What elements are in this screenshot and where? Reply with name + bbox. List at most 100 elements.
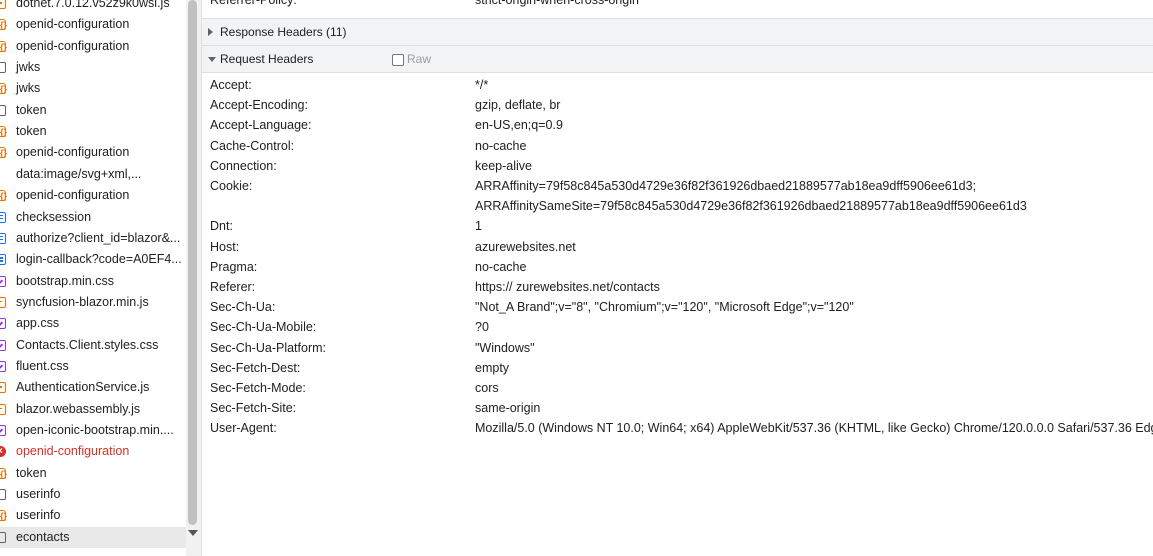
request-row[interactable]: jwks — [0, 78, 186, 99]
header-row: Cookie: ARRAffinity=79f58c845a530d4729e36… — [210, 176, 1153, 196]
header-name: Sec-Ch-Ua: — [210, 300, 276, 315]
header-name: Dnt: — [210, 219, 233, 234]
request-row[interactable]: bootstrap.min.css — [0, 271, 186, 292]
fetch-icon — [0, 186, 7, 206]
header-name: Sec-Fetch-Mode: — [210, 381, 306, 395]
request-name: syncfusion-blazor.min.js — [16, 294, 149, 309]
header-name: Referer: — [210, 280, 256, 294]
header-value: 1 — [475, 219, 482, 234]
request-row[interactable]: data:image/svg+xml,... — [0, 164, 186, 185]
header-row: Cache-Control: no-cache — [210, 136, 1153, 156]
header-value: ARRAffinity=79f58c845a530d4729e36f82f361… — [475, 179, 977, 193]
response-headers-toggle[interactable]: Response Headers (11) — [202, 18, 1153, 46]
css-icon — [0, 425, 6, 436]
request-name: checksession — [16, 209, 92, 224]
header-row: Dnt: 1 — [210, 216, 1153, 236]
request-row[interactable]: token — [0, 100, 186, 121]
header-name: Connection: — [210, 158, 277, 173]
raw-checkbox[interactable] — [392, 54, 404, 66]
request-headers-toggle[interactable]: Request Headers Raw — [202, 45, 1153, 73]
request-row[interactable]: userinfo — [0, 484, 186, 505]
header-row: Pragma: no-cache — [210, 257, 1153, 277]
header-row: Connection: keep-alive — [210, 156, 1153, 176]
request-row[interactable]: Contacts.Client.styles.css — [0, 335, 186, 356]
header-name: Cookie: — [210, 179, 253, 193]
header-row: Referer: https:// zurewebsites.net/contac… — [210, 277, 1153, 297]
request-name: userinfo — [16, 487, 61, 502]
header-row: Sec-Fetch-Site: same-origin — [210, 398, 1153, 418]
fetch-icon — [0, 37, 7, 57]
raw-label[interactable]: Raw — [407, 46, 431, 72]
script-icon — [0, 382, 6, 394]
request-name: data:image/svg+xml,... — [16, 166, 142, 181]
request-row[interactable]: userinfo — [0, 505, 186, 526]
response-headers-title: Response Headers (11) — [220, 25, 347, 39]
header-row: ARRAffinitySameSite=79f58c845a530d4729e3… — [210, 196, 1153, 216]
css-icon — [0, 339, 6, 351]
header-row: Host: azurewebsites.net — [210, 237, 1153, 257]
request-row[interactable]: token — [0, 121, 186, 142]
header-name: Accept-Language: — [210, 118, 312, 133]
request-row[interactable]: syncfusion-blazor.min.js — [0, 292, 186, 313]
header-value: gzip, deflate, br — [475, 98, 561, 113]
request-headers-title: Request Headers — [220, 52, 314, 66]
request-row[interactable]: openid-configuration — [0, 185, 186, 206]
request-row[interactable]: authorize?client_id=blazor&... — [0, 228, 186, 249]
request-list: dotnet.7.0.12.v52z9k0wsi.js openid-config… — [0, 0, 186, 556]
fetch-icon — [0, 15, 7, 35]
request-row[interactable]: token — [0, 463, 186, 484]
script-icon — [0, 0, 6, 9]
request-name: openid-configuration — [16, 145, 130, 160]
request-name: openid-configuration — [16, 444, 130, 459]
header-row: Sec-Ch-Ua-Mobile: ?0 — [210, 317, 1153, 337]
document-icon — [0, 531, 6, 543]
request-list-scrollbar[interactable] — [186, 0, 202, 556]
header-row: Sec-Fetch-Dest: empty — [210, 358, 1153, 378]
scrollbar-thumb[interactable] — [188, 0, 197, 525]
header-value: Mozilla/5.0 (Windows NT 10.0; Win64; x64… — [475, 421, 1153, 436]
request-row[interactable]: openid-configuration — [0, 441, 186, 462]
header-name: User-Agent: — [210, 421, 277, 436]
header-row: Sec-Ch-Ua-Platform: "Windows" — [210, 338, 1153, 358]
request-name: econtacts — [16, 529, 70, 544]
request-row[interactable]: login-callback?code=A0EF4... — [0, 249, 186, 270]
script-icon — [0, 403, 6, 415]
request-row[interactable]: jwks — [0, 57, 186, 78]
header-value: "Not_A Brand";v="8", "Chromium";v="120",… — [475, 300, 854, 315]
request-row[interactable]: fluent.css — [0, 356, 186, 377]
headers-panel: Referrer-Policy: strict-origin-when-cros… — [202, 0, 1153, 556]
header-name: Cache-Control: — [210, 138, 295, 153]
request-row[interactable]: checksession — [0, 207, 186, 228]
header-value: */* — [475, 78, 489, 92]
header-value: en-US,en;q=0.9 — [475, 118, 563, 133]
html-icon — [0, 211, 6, 223]
header-value: ARRAffinitySameSite=79f58c845a530d4729e3… — [475, 199, 1027, 214]
request-name: openid-configuration — [16, 17, 130, 32]
header-value: no-cache — [475, 138, 527, 153]
request-row[interactable]: blazor.webassembly.js — [0, 399, 186, 420]
expanded-arrow-icon — [208, 57, 216, 62]
header-name: Sec-Ch-Ua-Platform: — [210, 340, 326, 355]
header-row: Accept-Encoding: gzip, deflate, br — [210, 95, 1153, 115]
request-row[interactable]: AuthenticationService.js — [0, 377, 186, 398]
header-value: keep-alive — [475, 158, 532, 173]
request-row[interactable]: econtacts — [0, 526, 186, 548]
header-row: Sec-Fetch-Mode: cors — [210, 378, 1153, 398]
document-icon — [0, 489, 6, 501]
request-row[interactable]: openid-configuration — [0, 14, 186, 35]
header-name: Sec-Fetch-Dest: — [210, 360, 301, 375]
request-row[interactable]: open-iconic-bootstrap.min.... — [0, 420, 186, 441]
document-icon — [0, 62, 6, 74]
request-row[interactable]: app.css — [0, 313, 186, 334]
request-name: app.css — [16, 316, 60, 331]
error-icon — [0, 441, 6, 462]
request-row[interactable]: dotnet.7.0.12.v52z9k0wsi.js — [0, 0, 186, 14]
request-name: token — [16, 465, 47, 480]
request-name: bootstrap.min.css — [16, 273, 114, 288]
request-row[interactable]: openid-configuration — [0, 142, 186, 163]
request-row[interactable]: openid-configuration — [0, 36, 186, 57]
scroll-down-arrow-icon[interactable] — [188, 530, 198, 536]
fetch-icon — [0, 79, 7, 99]
css-icon — [0, 360, 6, 372]
header-value: "Windows" — [475, 340, 535, 355]
